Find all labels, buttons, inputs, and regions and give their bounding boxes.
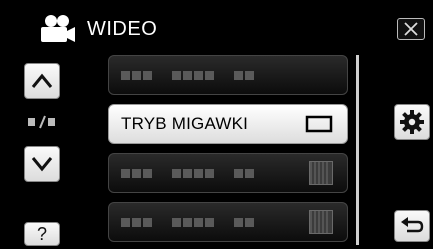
scroll-down-button[interactable]: [24, 146, 60, 182]
wide-frame-icon: [305, 115, 333, 133]
back-button[interactable]: [394, 210, 430, 242]
page-title: WIDEO: [87, 18, 158, 40]
settings-button[interactable]: [394, 104, 430, 140]
back-arrow-icon: [401, 217, 424, 233]
chevron-up-icon: [31, 73, 53, 88]
menu-item-shutter-mode[interactable]: TRYB MIGAWKI: [108, 104, 348, 144]
disabled-label: [121, 217, 254, 227]
video-camera-icon: [37, 12, 77, 44]
dim-setting-icon: [309, 210, 333, 234]
help-label: ?: [36, 223, 47, 244]
disabled-label: [121, 168, 254, 178]
page-indicator: [24, 112, 60, 132]
menu-item-1: [108, 55, 348, 95]
scrollbar[interactable]: [356, 55, 359, 245]
chevron-down-icon: [31, 157, 53, 172]
help-button[interactable]: ?: [24, 222, 60, 246]
scroll-up-button[interactable]: [24, 63, 60, 99]
menu-item-4: [108, 202, 348, 242]
menu-item-3: [108, 153, 348, 193]
disabled-label: [121, 70, 254, 80]
close-icon: [404, 22, 418, 36]
menu-item-label: TRYB MIGAWKI: [121, 114, 249, 133]
gear-icon: [400, 110, 424, 134]
close-button[interactable]: [397, 18, 425, 40]
dim-setting-icon: [309, 161, 333, 185]
